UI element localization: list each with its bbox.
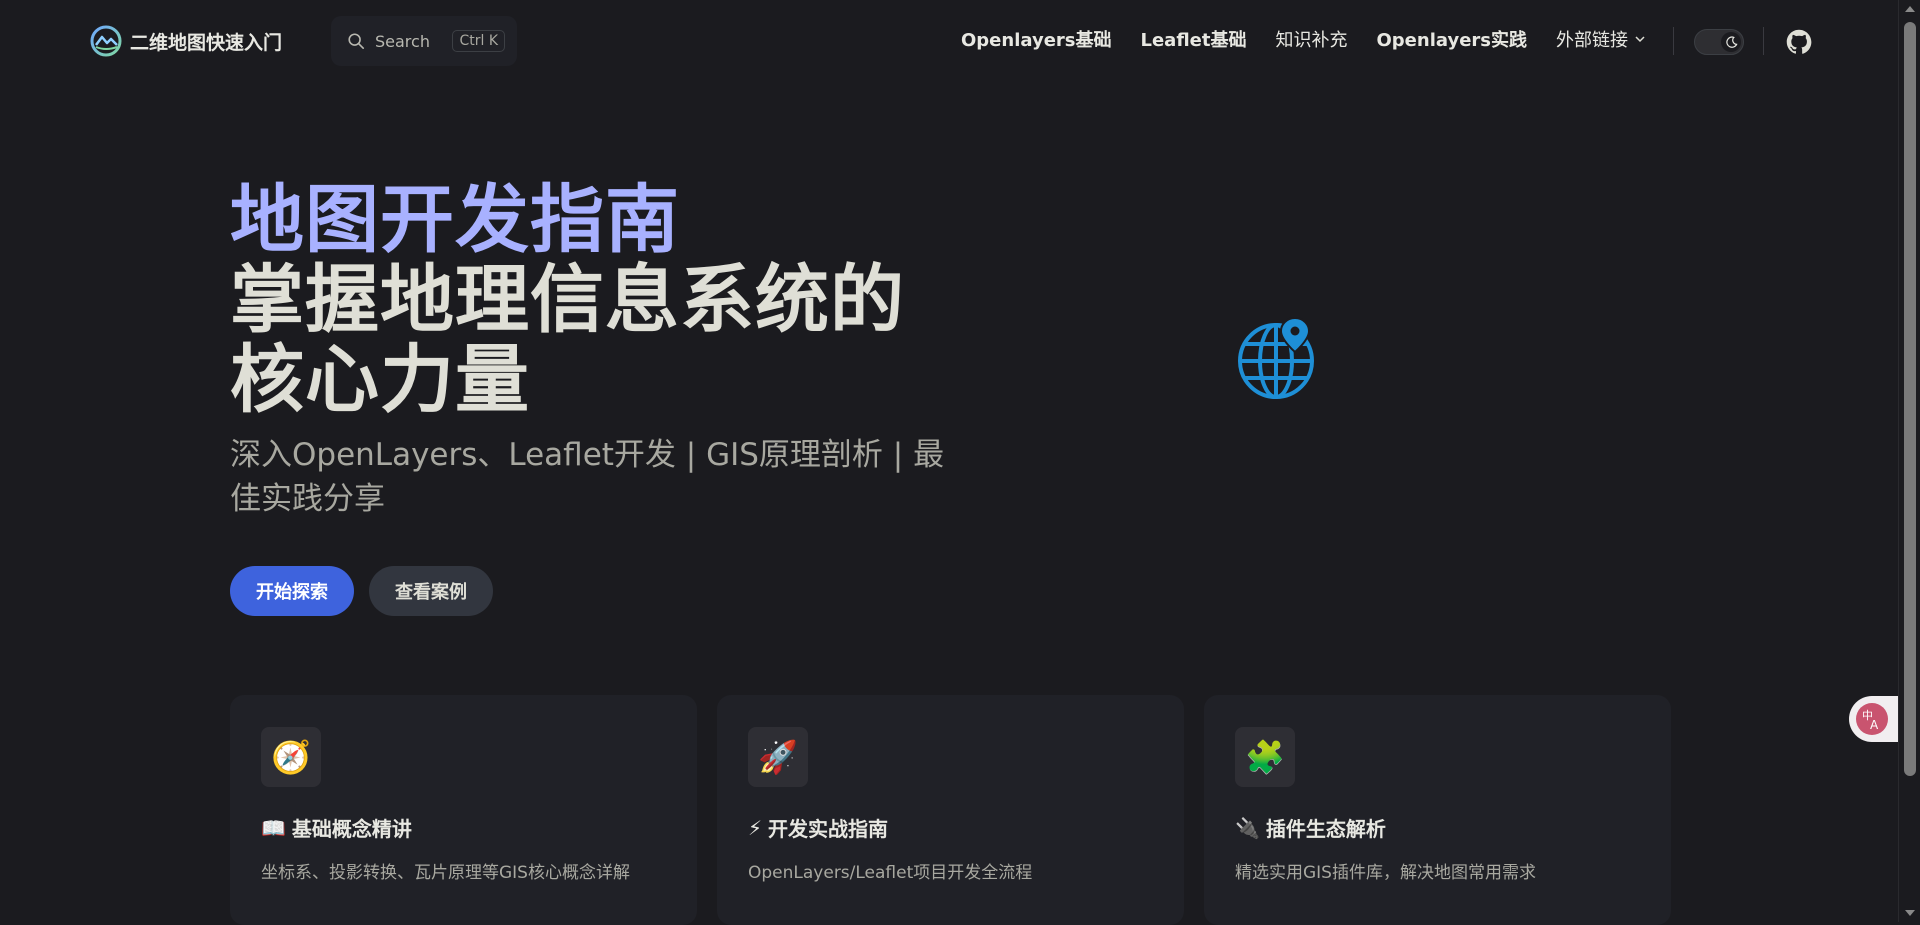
brand-logo-icon: [90, 25, 122, 57]
lightning-icon: ⚡: [748, 815, 763, 840]
book-icon: 📖: [261, 815, 286, 840]
feature-title-text: 插件生态解析: [1265, 817, 1386, 841]
nav-divider: [1763, 27, 1764, 55]
feature-card-plugins[interactable]: 🧩 🔌 插件生态解析 精选实用GIS插件库，解决地图常用需求: [1204, 695, 1671, 925]
moon-icon: [1725, 35, 1738, 48]
translate-widget[interactable]: 中 A: [1849, 696, 1905, 742]
plug-icon: 🔌: [1235, 815, 1260, 840]
feature-details: OpenLayers/Leaflet项目开发全流程: [748, 863, 1033, 883]
nav-dropdown-label: 外部链接: [1556, 30, 1628, 51]
start-explore-button[interactable]: 开始探索: [230, 566, 354, 616]
feature-title: 🔌 插件生态解析: [1235, 813, 1640, 842]
scroll-thumb[interactable]: [1904, 22, 1916, 776]
search-shortcut-badge: Ctrl K: [452, 30, 505, 52]
nav-dropdown-external-links[interactable]: 外部链接: [1556, 26, 1646, 52]
compass-icon: 🧭: [261, 727, 321, 787]
feature-title: 📖 基础概念精讲: [261, 813, 666, 842]
translate-icon: 中 A: [1856, 703, 1888, 735]
nav-menu: Openlayers基础 Leaflet基础 知识补充 Openlayers实践…: [961, 26, 1646, 52]
scroll-up-arrow-icon[interactable]: [1905, 6, 1915, 12]
hero-actions: 开始探索 查看案例: [230, 566, 493, 616]
nav-link-leaflet-basics[interactable]: Leaflet基础: [1141, 26, 1247, 52]
chevron-down-icon: [1635, 36, 1645, 43]
navbar: 二维地图快速入门 Search Ctrl K Openlayers基础 Leaf…: [0, 0, 1898, 82]
scroll-down-arrow-icon[interactable]: [1905, 910, 1915, 916]
toggle-knob: [1721, 32, 1741, 52]
globe-pin-icon: [1238, 316, 1314, 399]
hero-text: 掌握地理信息系统的核心力量: [230, 257, 905, 423]
features-grid: 🧭 📖 基础概念精讲 坐标系、投影转换、瓦片原理等GIS核心概念详解 🚀 ⚡ 开…: [230, 695, 1671, 925]
hero-name: 地图开发指南: [230, 177, 680, 263]
hero-tagline: 深入OpenLayers、Leaflet开发 | GIS原理剖析 | 最佳实践分…: [230, 437, 945, 517]
feature-details: 坐标系、投影转换、瓦片原理等GIS核心概念详解: [261, 863, 630, 883]
nav-link-openlayers-basics[interactable]: Openlayers基础: [961, 26, 1112, 52]
search-icon: [348, 33, 365, 50]
github-link[interactable]: [1785, 28, 1813, 56]
rocket-icon: 🚀: [748, 727, 808, 787]
brand-title: 二维地图快速入门: [130, 31, 283, 54]
brand-home-link[interactable]: 二维地图快速入门: [90, 25, 282, 57]
feature-title-text: 基础概念精讲: [291, 817, 412, 841]
puzzle-icon: 🧩: [1235, 727, 1295, 787]
nav-link-openlayers-practice[interactable]: Openlayers实践: [1376, 26, 1527, 52]
search-placeholder: Search: [375, 31, 430, 51]
svg-text:A: A: [1870, 718, 1879, 732]
nav-link-knowledge[interactable]: 知识补充: [1275, 26, 1347, 52]
feature-card-basics[interactable]: 🧭 📖 基础概念精讲 坐标系、投影转换、瓦片原理等GIS核心概念详解: [230, 695, 697, 925]
feature-details: 精选实用GIS插件库，解决地图常用需求: [1235, 863, 1536, 883]
github-icon: [1786, 29, 1812, 54]
feature-title: ⚡ 开发实战指南: [748, 813, 1153, 842]
view-examples-button[interactable]: 查看案例: [369, 566, 493, 616]
feature-title-text: 开发实战指南: [768, 817, 889, 841]
search-button[interactable]: Search Ctrl K: [331, 16, 517, 66]
page-scrollbar[interactable]: [1898, 0, 1920, 922]
nav-divider: [1673, 27, 1674, 55]
feature-card-practice[interactable]: 🚀 ⚡ 开发实战指南 OpenLayers/Leaflet项目开发全流程: [717, 695, 1184, 925]
theme-toggle-switch[interactable]: [1694, 29, 1744, 55]
